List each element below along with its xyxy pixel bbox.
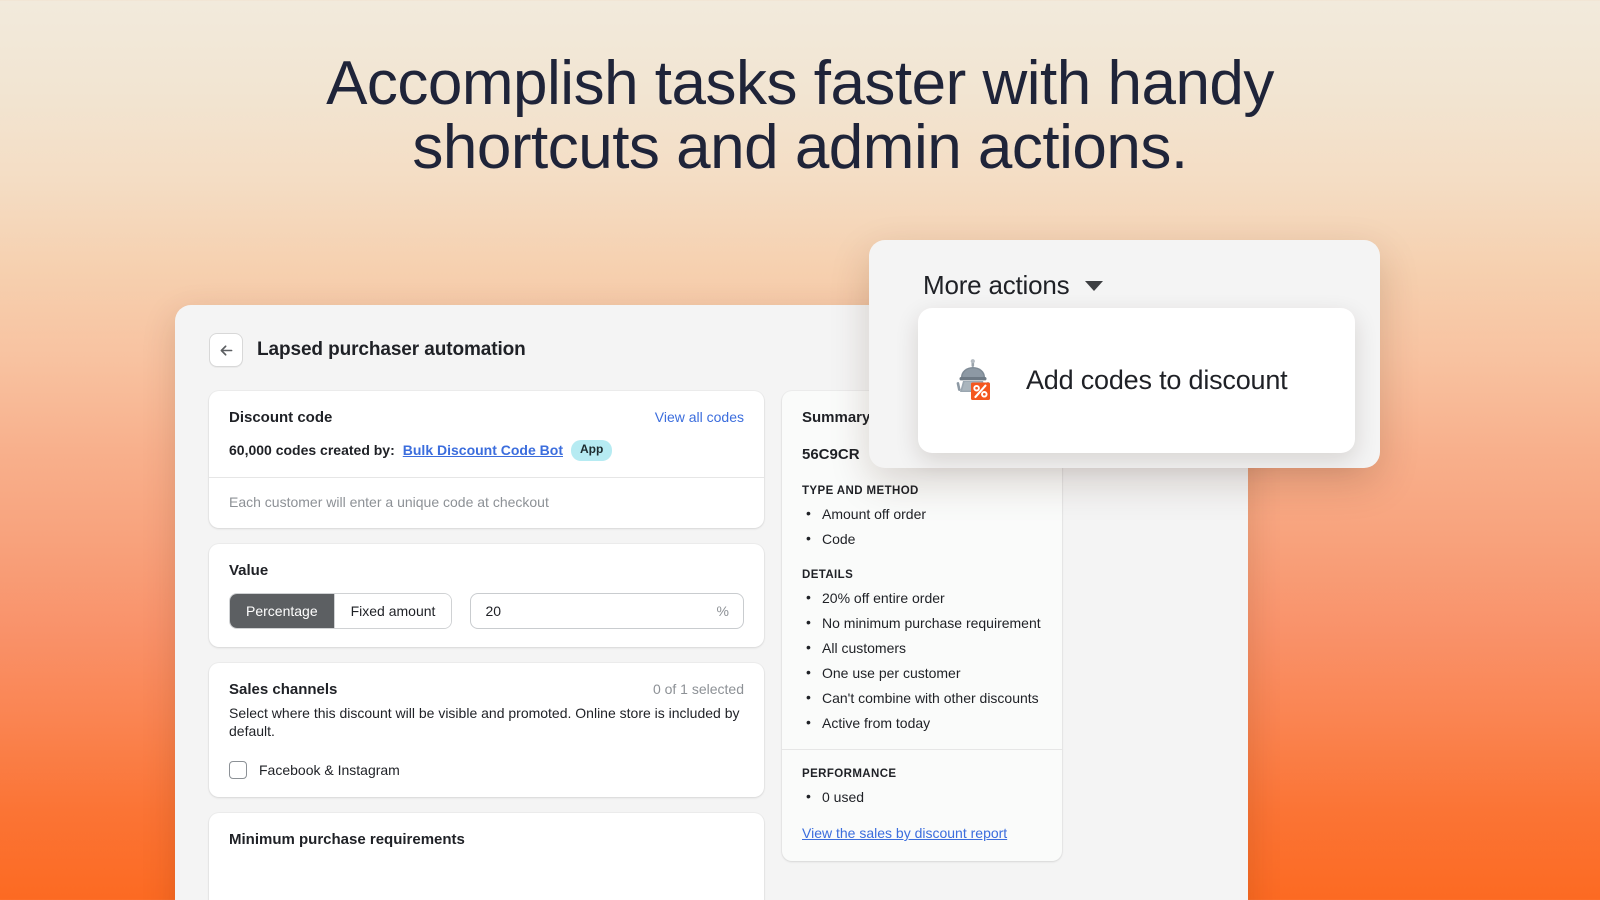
type-and-method-list: Amount off order Code	[802, 505, 1042, 547]
sales-channels-card: Sales channels 0 of 1 selected Select wh…	[209, 662, 764, 798]
minimum-purchase-title: Minimum purchase requirements	[229, 831, 465, 849]
list-item: Amount off order	[806, 505, 1042, 522]
value-amount-suffix: %	[716, 602, 729, 619]
details-list: 20% off entire order No minimum purchase…	[802, 589, 1042, 731]
performance-label: PERFORMANCE	[802, 768, 897, 780]
page-headline: Accomplish tasks faster with handy short…	[0, 52, 1600, 180]
sales-channels-selected-count: 0 of 1 selected	[652, 680, 744, 697]
sales-channels-title: Sales channels	[229, 680, 338, 698]
headline-line-2: shortcuts and admin actions.	[412, 112, 1188, 182]
app-badge: App	[571, 440, 613, 461]
list-item: Active from today	[806, 714, 1042, 731]
list-item: No minimum purchase requirement	[806, 614, 1042, 631]
facebook-instagram-label: Facebook & Instagram	[259, 762, 400, 779]
headline-line-1: Accomplish tasks faster with handy	[326, 49, 1274, 118]
page-title: Lapsed purchaser automation	[257, 339, 526, 360]
codes-created-by-row: 60,000 codes created by: Bulk Discount C…	[209, 426, 764, 477]
bulk-discount-code-bot-link[interactable]: Bulk Discount Code Bot	[403, 442, 563, 458]
discount-code-header: Discount code View all codes	[209, 391, 764, 426]
list-item: Code	[806, 530, 1042, 547]
type-and-method-label: TYPE AND METHOD	[802, 485, 919, 497]
view-all-codes-link[interactable]: View all codes	[655, 409, 744, 425]
list-item: Can't combine with other discounts	[806, 689, 1042, 706]
unique-code-hint: Each customer will enter a unique code a…	[229, 493, 549, 510]
sales-by-discount-report-link[interactable]: View the sales by discount report	[802, 825, 1007, 841]
minimum-purchase-requirements-card: Minimum purchase requirements	[209, 813, 764, 900]
codes-count-label: 60,000 codes created by:	[229, 442, 395, 459]
facebook-instagram-checkbox[interactable]	[229, 761, 247, 780]
segment-fixed-amount[interactable]: Fixed amount	[333, 593, 452, 628]
performance-list: 0 used	[802, 788, 1042, 805]
more-actions-button[interactable]: More actions	[869, 240, 1380, 301]
arrow-left-icon	[220, 344, 232, 356]
value-amount-text: 20	[485, 602, 502, 619]
segment-percentage[interactable]: Percentage	[230, 593, 334, 628]
list-item: 20% off entire order	[806, 589, 1042, 606]
discount-bot-icon	[950, 358, 996, 404]
more-actions-panel: More actions Add codes to discount	[869, 240, 1380, 468]
more-actions-menu-item-add-codes[interactable]: Add codes to discount	[918, 308, 1355, 453]
main-column: Discount code View all codes 60,000 code…	[209, 391, 764, 900]
summary-performance-section: PERFORMANCE 0 used View the sales by dis…	[782, 750, 1062, 861]
add-codes-to-discount-label: Add codes to discount	[1026, 365, 1288, 395]
details-label: DETAILS	[802, 569, 854, 581]
value-controls: Percentage Fixed amount 20 %	[229, 592, 744, 629]
chevron-down-icon	[1085, 280, 1104, 291]
value-amount-input[interactable]: 20 %	[470, 592, 744, 629]
more-actions-label: More actions	[923, 270, 1070, 300]
value-card-title: Value	[229, 561, 269, 579]
list-item: All customers	[806, 639, 1042, 656]
list-item: 0 used	[806, 788, 1042, 805]
list-item: One use per customer	[806, 664, 1042, 681]
discount-code-card: Discount code View all codes 60,000 code…	[209, 391, 764, 528]
value-type-segmented-control[interactable]: Percentage Fixed amount	[229, 592, 453, 629]
sales-channels-description: Select where this discount will be visib…	[229, 704, 740, 740]
back-button[interactable]	[209, 333, 243, 367]
sales-channel-option-facebook-instagram[interactable]: Facebook & Instagram	[229, 761, 744, 780]
discount-code-title: Discount code	[229, 409, 333, 426]
value-card: Value Percentage Fixed amount 20 %	[209, 543, 764, 647]
sales-channels-header: Sales channels 0 of 1 selected	[229, 681, 744, 698]
